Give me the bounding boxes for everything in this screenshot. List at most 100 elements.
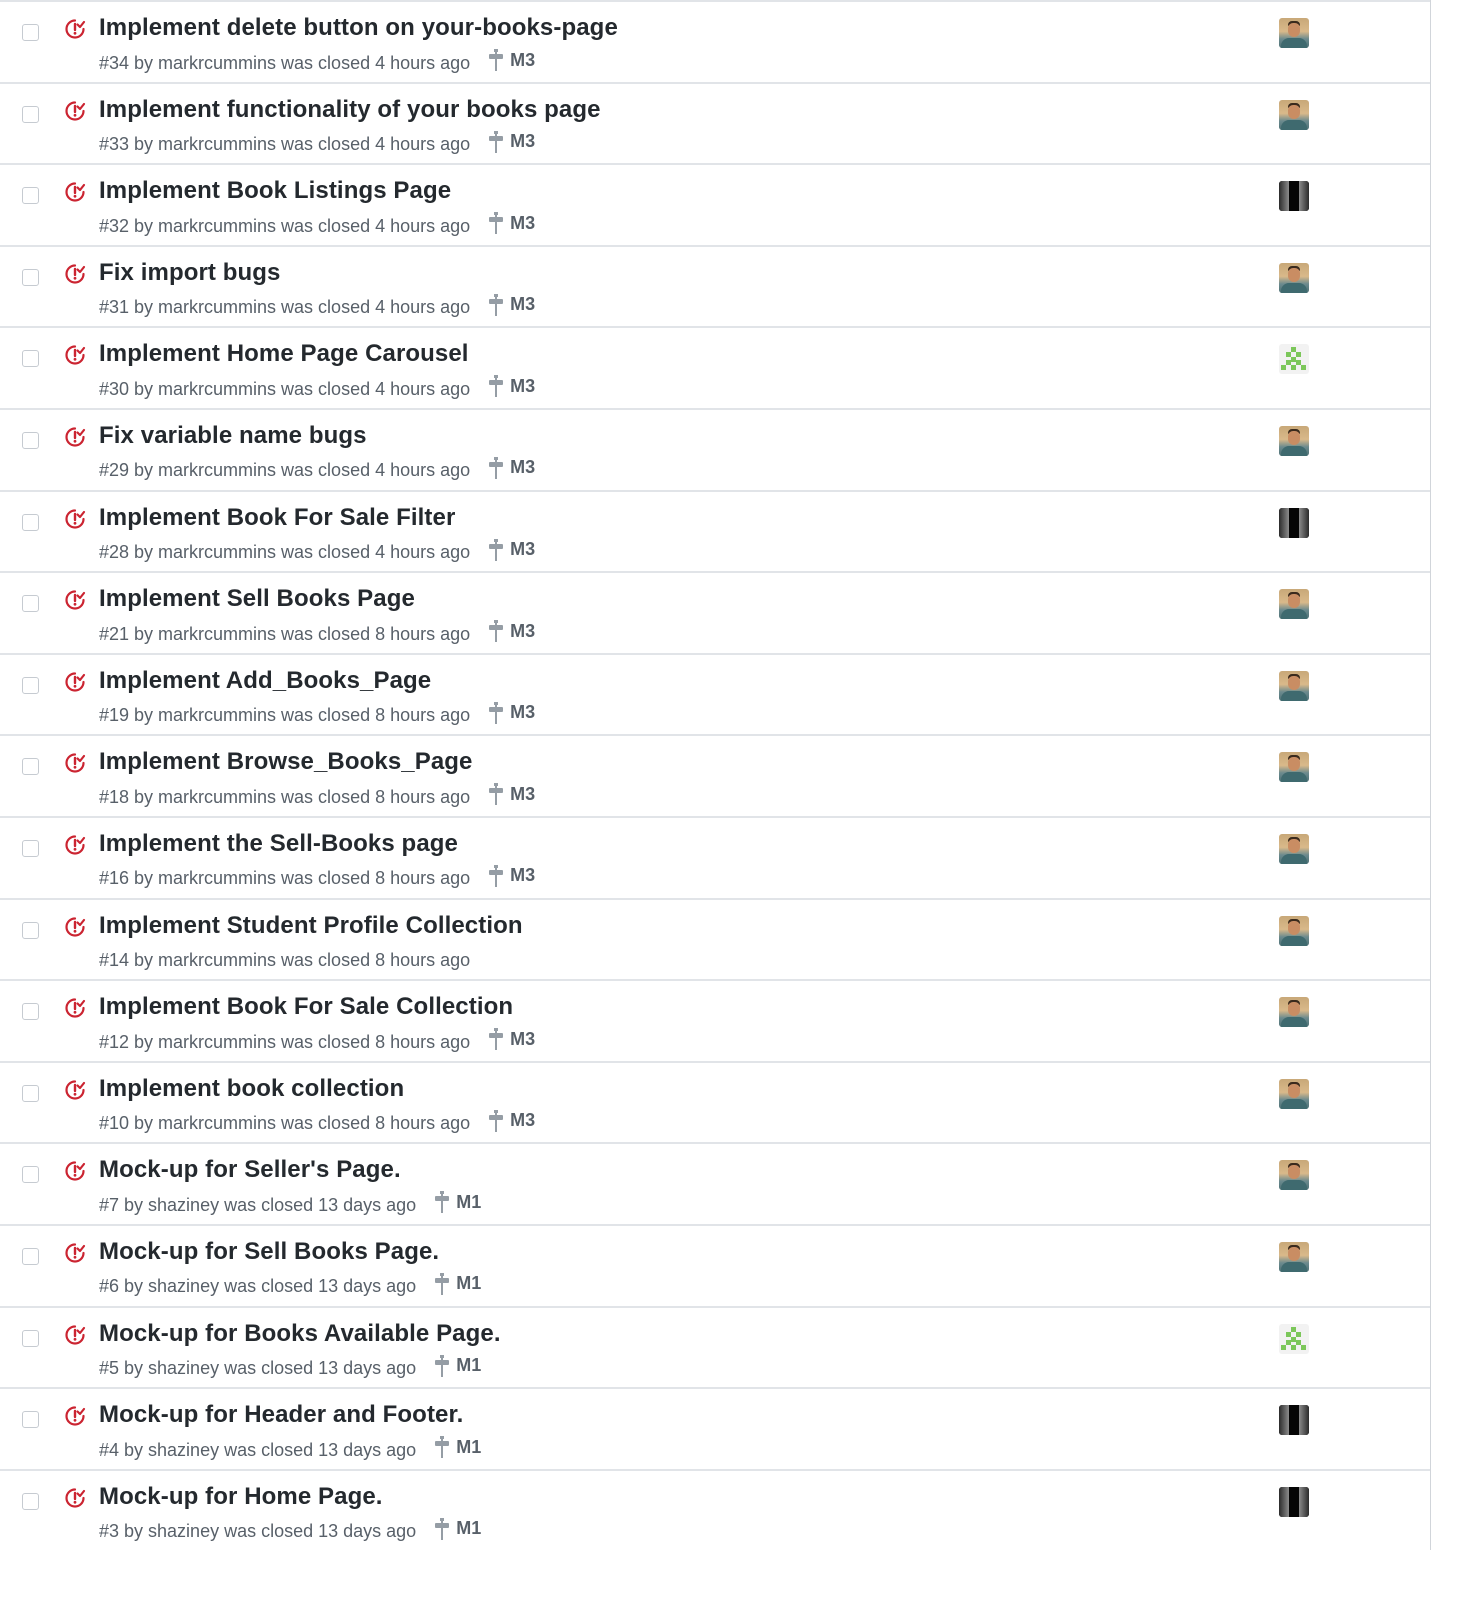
assignee-avatar[interactable] <box>1279 18 1309 48</box>
issue-title-link[interactable]: Mock-up for Books Available Page. <box>99 1320 501 1348</box>
assignee-avatar[interactable] <box>1279 1241 1309 1272</box>
milestone-link[interactable]: M3 <box>488 130 536 153</box>
issue-closed-icon <box>65 508 86 529</box>
issue-closed-icon <box>65 19 86 39</box>
select-checkbox[interactable] <box>22 1411 39 1429</box>
milestone-icon <box>489 1028 504 1051</box>
issue-meta-text: #7 by shaziney was closed 13 days ago <box>99 1194 417 1215</box>
select-checkbox[interactable] <box>22 1329 39 1347</box>
issue-title-link[interactable]: Implement the Sell-Books page <box>99 830 458 858</box>
issue-title-link[interactable]: Implement Book For Sale Filter <box>99 504 455 532</box>
issue-meta-text: #28 by markrcummins was closed 4 hours a… <box>99 542 471 563</box>
milestone-link[interactable]: M3 <box>488 864 535 887</box>
issue-title-link[interactable]: Fix import bugs <box>99 259 281 287</box>
issue-title-link[interactable]: Implement Book For Sale Collection <box>99 993 513 1021</box>
select-checkbox[interactable] <box>22 921 39 939</box>
assignee-avatar[interactable] <box>1279 507 1309 538</box>
milestone-link[interactable]: M3 <box>488 1028 535 1051</box>
select-checkbox[interactable] <box>22 839 39 857</box>
milestone-link[interactable]: M1 <box>434 1517 481 1540</box>
select-checkbox[interactable] <box>22 513 39 531</box>
issue-title-link[interactable]: Implement Sell Books Page <box>99 585 415 613</box>
milestone-link[interactable]: M3 <box>488 456 535 479</box>
select-checkbox[interactable] <box>22 1166 39 1184</box>
milestone-link[interactable]: M3 <box>488 701 535 724</box>
select-checkbox[interactable] <box>22 758 39 776</box>
assignee-avatar[interactable] <box>1279 262 1309 293</box>
select-checkbox[interactable] <box>22 1084 39 1102</box>
select-checkbox[interactable] <box>22 24 39 41</box>
issue-meta-text: #33 by markrcummins was closed 4 hours a… <box>99 134 471 155</box>
issue-row: Implement Book For Sale Filter #28 by ma… <box>0 489 1430 572</box>
assignee-avatar[interactable] <box>1279 1405 1309 1436</box>
issue-title-link[interactable]: Implement delete button on your-books-pa… <box>99 14 618 42</box>
assignee-avatar[interactable] <box>1279 1323 1309 1354</box>
milestone-link[interactable]: M3 <box>488 49 535 71</box>
issue-title-link[interactable]: Implement functionality of your books pa… <box>99 96 601 124</box>
issue-title-link[interactable]: Fix variable name bugs <box>99 422 367 450</box>
milestone-link[interactable]: M3 <box>488 293 535 316</box>
assignee-avatar[interactable] <box>1279 752 1309 783</box>
issue-row: Implement book collection #10 by markrcu… <box>0 1060 1430 1143</box>
select-checkbox[interactable] <box>22 431 39 449</box>
milestone-icon <box>489 1109 504 1132</box>
select-checkbox[interactable] <box>22 1492 39 1510</box>
issue-meta: #12 by markrcummins was closed 8 hours a… <box>99 1028 535 1053</box>
milestone-link[interactable]: M3 <box>488 620 535 643</box>
select-checkbox[interactable] <box>22 1003 39 1021</box>
select-checkbox[interactable] <box>22 268 39 286</box>
issue-row: Implement Browse_Books_Page #18 by markr… <box>0 734 1430 816</box>
milestone-icon <box>489 864 504 887</box>
select-checkbox[interactable] <box>22 105 39 123</box>
milestone-link[interactable]: M3 <box>488 212 535 235</box>
issue-title-link[interactable]: Implement Book Listings Page <box>99 177 451 205</box>
issue-title-link[interactable]: Mock-up for Header and Footer. <box>99 1401 463 1429</box>
issue-title-link[interactable]: Mock-up for Home Page. <box>99 1483 383 1511</box>
milestone-link[interactable]: M3 <box>488 538 535 561</box>
milestone-link[interactable]: M3 <box>488 783 535 806</box>
assignee-avatar[interactable] <box>1279 99 1309 130</box>
issue-meta-text: #18 by markrcummins was closed 8 hours a… <box>99 786 471 807</box>
milestone-link[interactable]: M3 <box>488 375 536 398</box>
issue-meta-text: #12 by markrcummins was closed 8 hours a… <box>99 1031 471 1052</box>
issue-title-link[interactable]: Mock-up for Seller's Page. <box>99 1156 401 1184</box>
select-checkbox[interactable] <box>22 595 39 613</box>
milestone-label: M3 <box>510 131 536 152</box>
select-checkbox[interactable] <box>22 1247 39 1265</box>
assignee-avatar[interactable] <box>1279 915 1309 946</box>
issue-title-link[interactable]: Implement Student Profile Collection <box>99 912 523 940</box>
assignee-avatar[interactable] <box>1279 181 1309 212</box>
assignee-avatar[interactable] <box>1279 344 1309 375</box>
issue-closed-icon <box>65 1324 86 1345</box>
select-checkbox[interactable] <box>22 187 39 205</box>
assignee-avatar[interactable] <box>1279 425 1309 456</box>
issue-title-link[interactable]: Implement book collection <box>99 1075 404 1103</box>
milestone-link[interactable]: M1 <box>434 1436 481 1459</box>
milestone-link[interactable]: M1 <box>434 1272 481 1295</box>
issue-row: Mock-up for Sell Books Page. #6 by shazi… <box>0 1223 1430 1306</box>
issue-meta: #4 by shaziney was closed 13 days ago M1 <box>99 1436 481 1461</box>
assignee-avatar[interactable] <box>1279 833 1309 864</box>
issue-title-link[interactable]: Implement Home Page Carousel <box>99 340 469 368</box>
issue-meta: #6 by shaziney was closed 13 days ago M1 <box>99 1272 481 1298</box>
issue-closed-icon <box>65 1161 86 1181</box>
milestone-icon <box>489 783 504 806</box>
issue-meta: #7 by shaziney was closed 13 days ago M1 <box>99 1191 481 1216</box>
select-checkbox[interactable] <box>22 676 39 694</box>
assignee-avatar[interactable] <box>1279 1486 1309 1517</box>
milestone-link[interactable]: M1 <box>434 1354 482 1377</box>
issue-title-link[interactable]: Implement Add_Books_Page <box>99 667 431 695</box>
select-checkbox[interactable] <box>22 350 39 368</box>
milestone-label: M1 <box>456 1355 482 1375</box>
issue-title-link[interactable]: Mock-up for Sell Books Page. <box>99 1238 439 1266</box>
milestone-label: M3 <box>510 375 536 396</box>
assignee-avatar[interactable] <box>1279 1078 1309 1109</box>
milestone-link[interactable]: M3 <box>488 1109 535 1132</box>
milestone-link[interactable]: M1 <box>434 1191 481 1214</box>
assignee-avatar[interactable] <box>1279 997 1309 1028</box>
assignee-avatar[interactable] <box>1279 670 1309 701</box>
assignee-avatar[interactable] <box>1279 589 1309 620</box>
milestone-icon <box>435 1354 450 1377</box>
assignee-avatar[interactable] <box>1279 1160 1309 1191</box>
issue-title-link[interactable]: Implement Browse_Books_Page <box>99 748 473 776</box>
